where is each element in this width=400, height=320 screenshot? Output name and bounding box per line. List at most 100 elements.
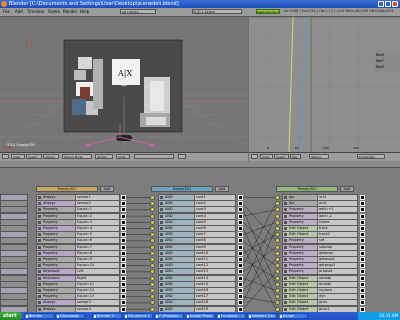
controller-output-icon[interactable] — [238, 232, 243, 238]
controller-output-icon[interactable] — [238, 201, 243, 207]
delete-icon[interactable] — [38, 282, 41, 286]
delete-icon[interactable] — [38, 301, 41, 305]
controller-input-icon[interactable] — [150, 226, 155, 231]
controller-row-type[interactable]: AND — [164, 307, 173, 312]
actuator-input-icon[interactable] — [275, 219, 280, 225]
actuator-pin-icon[interactable] — [360, 201, 365, 207]
pivot-selector[interactable]: Global — [95, 154, 113, 159]
controller-output-icon[interactable] — [238, 250, 243, 256]
actuator-pin-icon[interactable] — [360, 300, 365, 306]
controller-output-icon[interactable] — [238, 219, 243, 225]
actuator-input-icon[interactable] — [275, 244, 280, 250]
ipo-menu-key[interactable]: Key — [290, 154, 301, 159]
delete-icon[interactable] — [38, 307, 41, 311]
delete-icon[interactable] — [38, 251, 41, 255]
delete-icon[interactable] — [284, 202, 287, 206]
actuator-pin-icon[interactable] — [360, 244, 365, 250]
delete-icon[interactable] — [284, 227, 287, 230]
controller-output-icon[interactable] — [238, 269, 243, 275]
taskbar-item[interactable]: Network Con... — [247, 313, 277, 319]
delete-icon[interactable] — [38, 295, 41, 299]
delete-icon[interactable] — [160, 258, 163, 261]
delete-icon[interactable] — [284, 282, 287, 286]
delete-icon[interactable] — [284, 258, 287, 261]
delete-icon[interactable] — [160, 227, 163, 230]
sensor-output-icon[interactable] — [121, 238, 126, 244]
menu-timeline[interactable]: Timeline — [27, 9, 44, 14]
actuator-row-name[interactable]: phsv2 — [317, 306, 357, 312]
delete-icon[interactable] — [38, 220, 41, 224]
sensor-output-icon[interactable] — [121, 288, 126, 293]
delete-icon[interactable] — [38, 258, 41, 261]
delete-icon[interactable] — [160, 276, 163, 280]
delete-icon[interactable] — [284, 208, 287, 212]
controller-output-icon[interactable] — [238, 306, 243, 312]
menu-file[interactable]: File — [3, 9, 10, 14]
layer-buttons[interactable] — [134, 154, 174, 159]
sensor-output-icon[interactable] — [121, 294, 126, 300]
actuator-pin-icon[interactable] — [360, 219, 365, 225]
channel-rotx[interactable]: RotX — [376, 53, 384, 57]
channel-roty[interactable]: RotY — [376, 59, 384, 63]
actuator-row-type[interactable]: Edit Object — [288, 307, 308, 312]
sensor-output-icon[interactable] — [121, 269, 126, 275]
taskbar-item[interactable]: Adobe Photo... — [185, 313, 215, 319]
controller-output-icon[interactable] — [238, 281, 243, 287]
menu-help[interactable]: Help — [80, 9, 89, 14]
delete-icon[interactable] — [38, 270, 41, 274]
ipo-type-selector[interactable]: Object — [309, 154, 329, 159]
delete-icon[interactable] — [160, 282, 163, 286]
delete-icon[interactable] — [284, 196, 287, 199]
minimize-icon[interactable] — [378, 1, 384, 7]
controller-input-icon[interactable] — [150, 275, 155, 281]
actuator-pin-icon[interactable] — [360, 238, 365, 244]
sensor-output-icon[interactable] — [121, 263, 126, 269]
delete-icon[interactable] — [38, 264, 41, 268]
actuator-pin-icon[interactable] — [360, 263, 365, 269]
delete-icon[interactable] — [160, 239, 163, 243]
ipo-menu-view[interactable]: View — [260, 154, 273, 159]
sensor-output-icon[interactable] — [121, 195, 126, 200]
delete-icon[interactable] — [284, 220, 287, 224]
delete-icon[interactable] — [160, 214, 163, 218]
delete-icon[interactable] — [160, 233, 163, 237]
sensor-output-icon[interactable] — [121, 232, 126, 238]
actuator-pin-icon[interactable] — [360, 275, 365, 281]
controller-output-icon[interactable] — [238, 275, 243, 281]
controller-output-icon[interactable] — [238, 238, 243, 244]
taskbar-item[interactable]: Blender — [24, 313, 54, 319]
taskbar-item[interactable]: Document 1 — [123, 313, 153, 319]
editor-type-icon[interactable] — [2, 154, 9, 159]
actuator-input-icon[interactable] — [275, 257, 280, 262]
delete-icon[interactable] — [284, 270, 287, 274]
delete-icon[interactable] — [38, 276, 41, 280]
ipo-menu-select[interactable]: Select — [274, 154, 289, 159]
controller-input-icon[interactable] — [150, 250, 155, 256]
3d-viewport[interactable]: A|X (151) Empty.001 — [0, 17, 248, 152]
sensor-output-icon[interactable] — [121, 201, 126, 207]
delete-icon[interactable] — [38, 227, 41, 230]
actuator-input-icon[interactable] — [275, 213, 280, 219]
menu-select[interactable]: Select — [26, 154, 42, 159]
delete-icon[interactable] — [160, 289, 163, 292]
actuator-pin-icon[interactable] — [360, 195, 365, 200]
delete-icon[interactable] — [160, 220, 163, 224]
viewport-canvas[interactable]: A|X — [0, 17, 248, 152]
controller-input-icon[interactable] — [150, 288, 155, 293]
actuator-pin-icon[interactable] — [360, 213, 365, 219]
delete-icon[interactable] — [38, 196, 41, 199]
shading-selector[interactable]: Solid — [116, 154, 130, 159]
delete-icon[interactable] — [160, 307, 163, 311]
controller-output-icon[interactable] — [238, 207, 243, 213]
delete-icon[interactable] — [160, 208, 163, 212]
delete-icon[interactable] — [38, 245, 41, 249]
sensor-output-icon[interactable] — [121, 275, 126, 281]
controller-input-icon[interactable] — [150, 306, 155, 312]
delete-icon[interactable] — [284, 276, 287, 280]
actuator-pin-icon[interactable] — [360, 294, 365, 300]
actuator-input-icon[interactable] — [275, 226, 280, 231]
sensor-output-icon[interactable] — [121, 219, 126, 225]
controller-input-icon[interactable] — [150, 219, 155, 225]
sensor-output-icon[interactable] — [121, 244, 126, 250]
taskbar-item[interactable]: Blender 3 — [92, 313, 122, 319]
